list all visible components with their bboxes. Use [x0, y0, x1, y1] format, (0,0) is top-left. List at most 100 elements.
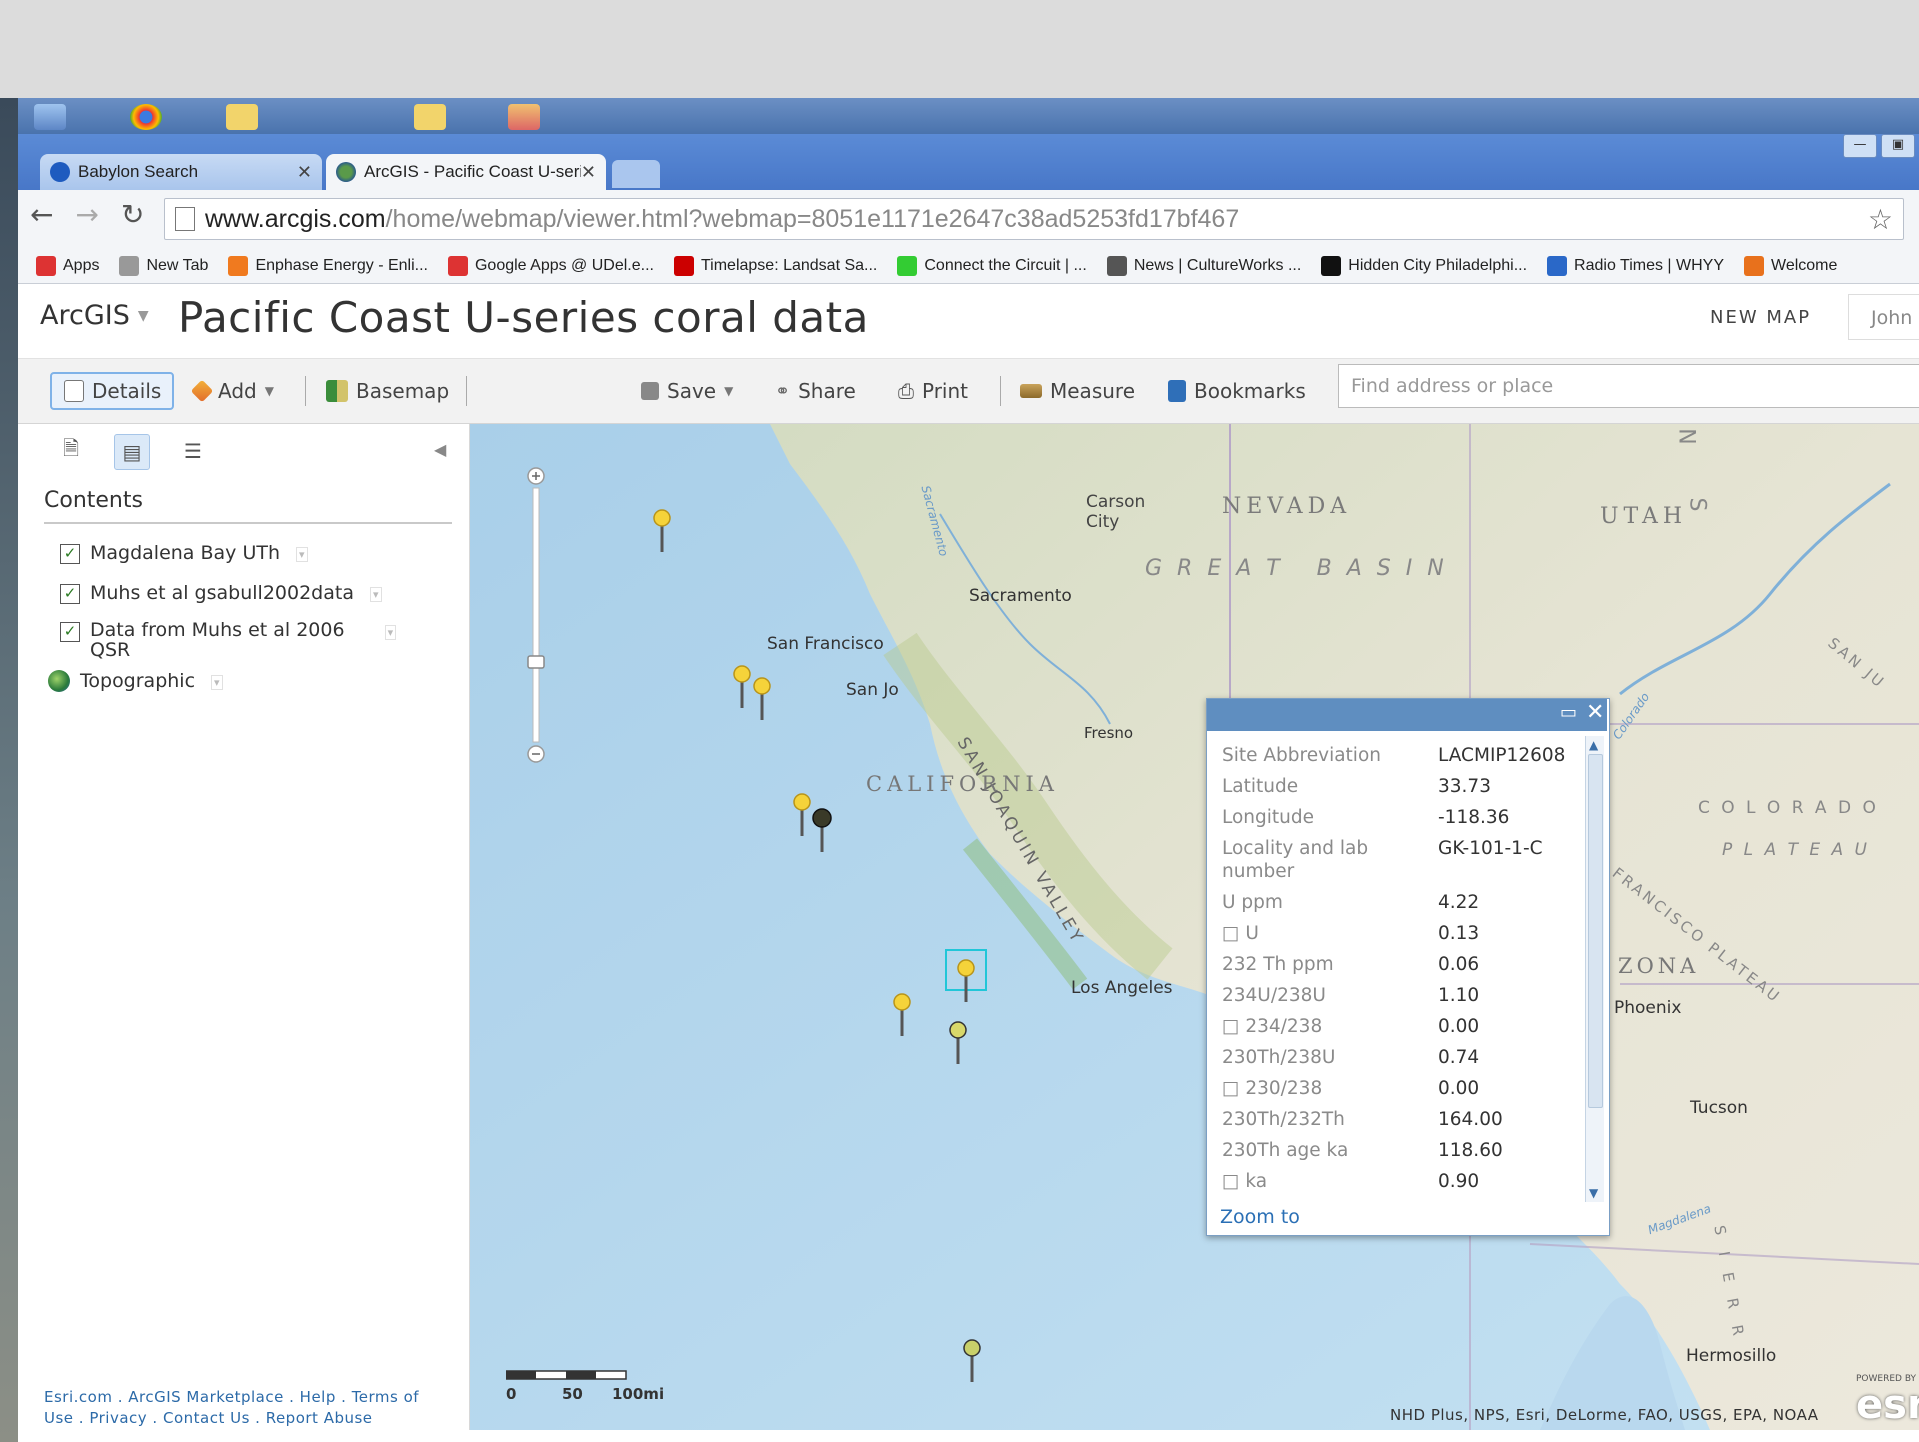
footer-link-privacy[interactable]: Privacy — [89, 1409, 147, 1427]
layer-checkbox[interactable]: ✓ — [60, 622, 80, 642]
footer-link-help[interactable]: Help — [300, 1388, 336, 1406]
field-value: LACMIP12608 — [1438, 745, 1566, 766]
legend-tab-icon[interactable]: ☰ — [176, 434, 210, 468]
pictures-icon[interactable] — [508, 104, 540, 130]
bookmark-item[interactable]: Enphase Energy - Enli... — [228, 255, 428, 276]
bookmark-item[interactable]: New Tab — [119, 255, 208, 276]
bookmark-item[interactable]: Radio Times | WHYY — [1547, 255, 1725, 276]
address-bar[interactable]: www.arcgis.com/home/webmap/viewer.html?w… — [164, 198, 1904, 240]
popup-field-row: Latitude 33.73 — [1222, 775, 1582, 798]
maximize-icon[interactable]: ▭ — [1560, 702, 1577, 723]
bookmark-item[interactable]: Google Apps @ UDel.e... — [447, 255, 654, 276]
folder-icon[interactable] — [414, 104, 446, 130]
coral-site-pin[interactable] — [653, 509, 671, 552]
footer-link-terms-cont[interactable]: Use — [44, 1409, 74, 1427]
field-value: 4.22 — [1438, 892, 1480, 913]
bookmark-item[interactable]: Welcome — [1744, 255, 1837, 276]
user-menu[interactable]: John — [1848, 294, 1919, 340]
maximize-icon[interactable]: ▣ — [1881, 134, 1915, 158]
bookmarks-button[interactable]: Bookmarks — [1168, 372, 1306, 410]
esri-logo[interactable]: esri — [1856, 1382, 1919, 1428]
footer-link-report[interactable]: Report Abuse — [266, 1409, 373, 1427]
footer-link-marketplace[interactable]: ArcGIS Marketplace — [128, 1388, 284, 1406]
layer-checkbox[interactable]: ✓ — [60, 584, 80, 604]
field-name: Latitude — [1222, 776, 1299, 797]
tab-arcgis[interactable]: ArcGIS - Pacific Coast U-seri ✕ — [326, 154, 606, 190]
bookmark-label: News | CultureWorks ... — [1133, 256, 1302, 274]
coral-site-pin[interactable] — [733, 665, 751, 708]
footer-link-esri[interactable]: Esri.com — [44, 1388, 112, 1406]
bookmark-item[interactable]: Apps — [36, 255, 100, 276]
zoom-to-link[interactable]: Zoom to — [1220, 1206, 1300, 1228]
measure-button[interactable]: Measure — [1020, 372, 1135, 410]
bookmark-item[interactable]: Timelapse: Landsat Sa... — [673, 255, 877, 276]
tab-babylon-search[interactable]: Babylon Search ✕ — [40, 154, 322, 190]
scale-bar: 0 50 100mi — [505, 1366, 664, 1403]
coral-site-pin[interactable] — [893, 993, 911, 1036]
details-button[interactable]: Details — [50, 372, 174, 410]
content-tab-icon[interactable]: ▤ — [114, 434, 150, 470]
selected-site-pin[interactable] — [945, 949, 987, 1002]
minimize-icon[interactable]: — — [1843, 134, 1877, 158]
chrome-icon[interactable] — [130, 104, 162, 130]
bookmark-star-icon[interactable]: ☆ — [1868, 203, 1893, 236]
link-icon: ⚭ — [775, 380, 791, 402]
basemap-button[interactable]: Basemap — [326, 372, 449, 410]
close-icon[interactable]: ✕ — [1586, 700, 1604, 725]
computer-icon[interactable] — [34, 104, 66, 130]
chevron-down-icon[interactable]: ▾ — [369, 587, 382, 602]
bookmarks-bar: Apps New Tab Enphase Energy - Enli... Googl… — [18, 248, 1919, 284]
page-title: Pacific Coast U-series coral data — [178, 293, 869, 342]
zoom-slider[interactable] — [524, 466, 548, 766]
print-button[interactable]: ⎙ Print — [898, 372, 968, 410]
divider — [44, 522, 452, 524]
search-input[interactable]: Find address or place — [1338, 364, 1919, 408]
popup-scroll-thumb[interactable] — [1588, 754, 1603, 1108]
collapse-panel-icon[interactable]: ◀ — [434, 440, 446, 459]
field-value: 0.90 — [1438, 1171, 1480, 1192]
coral-site-pin[interactable] — [793, 793, 811, 836]
add-button[interactable]: Add ▼ — [190, 372, 274, 410]
coral-site-pin[interactable] — [753, 677, 771, 720]
bookmark-label: Radio Times | WHYY — [1574, 256, 1725, 274]
chevron-down-icon[interactable]: ▾ — [296, 547, 308, 562]
folder-icon[interactable] — [226, 104, 258, 130]
footer-link-contact[interactable]: Contact Us — [163, 1409, 250, 1427]
popup-field-row: 234U/238U 1.10 — [1222, 984, 1582, 1007]
save-button[interactable]: Save ▼ — [641, 372, 733, 410]
layer-item[interactable]: ✓ Magdalena Bay UTh ▾ — [60, 542, 308, 564]
back-arrow-icon[interactable]: ← — [30, 198, 53, 231]
reload-icon[interactable]: ↻ — [121, 198, 144, 231]
coral-site-pin[interactable] — [949, 1021, 967, 1064]
field-value: 1.10 — [1438, 985, 1480, 1006]
new-map-button[interactable]: NEW MAP — [1710, 307, 1811, 328]
layer-item[interactable]: ✓ Data from Muhs et al 2006 QSR ▾ — [60, 620, 397, 660]
coral-site-pin[interactable] — [963, 1339, 981, 1382]
scroll-down-icon[interactable]: ▼ — [1589, 1186, 1598, 1200]
close-tab-icon[interactable]: ✕ — [297, 162, 312, 183]
chevron-down-icon[interactable]: ▾ — [211, 675, 223, 690]
chevron-down-icon[interactable]: ▾ — [384, 625, 397, 640]
forward-arrow-icon[interactable]: → — [75, 198, 98, 231]
popup-field-row: Longitude -118.36 — [1222, 806, 1582, 829]
arcgis-menu[interactable]: ArcGIS ▼ — [40, 300, 149, 331]
footer-link-terms[interactable]: Terms of — [352, 1388, 419, 1406]
close-tab-icon[interactable]: ✕ — [581, 162, 596, 183]
coral-site-pin[interactable] — [812, 808, 832, 852]
save-icon — [641, 382, 659, 400]
babylon-icon — [50, 162, 70, 182]
about-tab-icon[interactable]: 🗎 — [54, 434, 88, 468]
bookmark-item[interactable]: News | CultureWorks ... — [1106, 255, 1302, 276]
new-tab-button[interactable] — [612, 160, 660, 188]
bookmark-item[interactable]: Connect the Circuit | ... — [897, 255, 1087, 276]
layer-item[interactable]: Topographic ▾ — [48, 670, 223, 692]
layer-item[interactable]: ✓ Muhs et al gsabull2002data ▾ — [60, 582, 382, 604]
map-view[interactable]: Carson City NEVADA UTAH G R E A T B A S … — [470, 424, 1919, 1430]
layer-checkbox[interactable]: ✓ — [60, 544, 80, 564]
bookmark-item[interactable]: Hidden City Philadelphi... — [1321, 255, 1527, 276]
bookmark-label: Connect the Circuit | ... — [924, 256, 1087, 274]
tab-title: Babylon Search — [78, 162, 199, 181]
bookmark-label: Apps — [63, 256, 100, 274]
share-button[interactable]: ⚭ Share — [775, 372, 856, 410]
scroll-up-icon[interactable]: ▲ — [1589, 738, 1598, 752]
